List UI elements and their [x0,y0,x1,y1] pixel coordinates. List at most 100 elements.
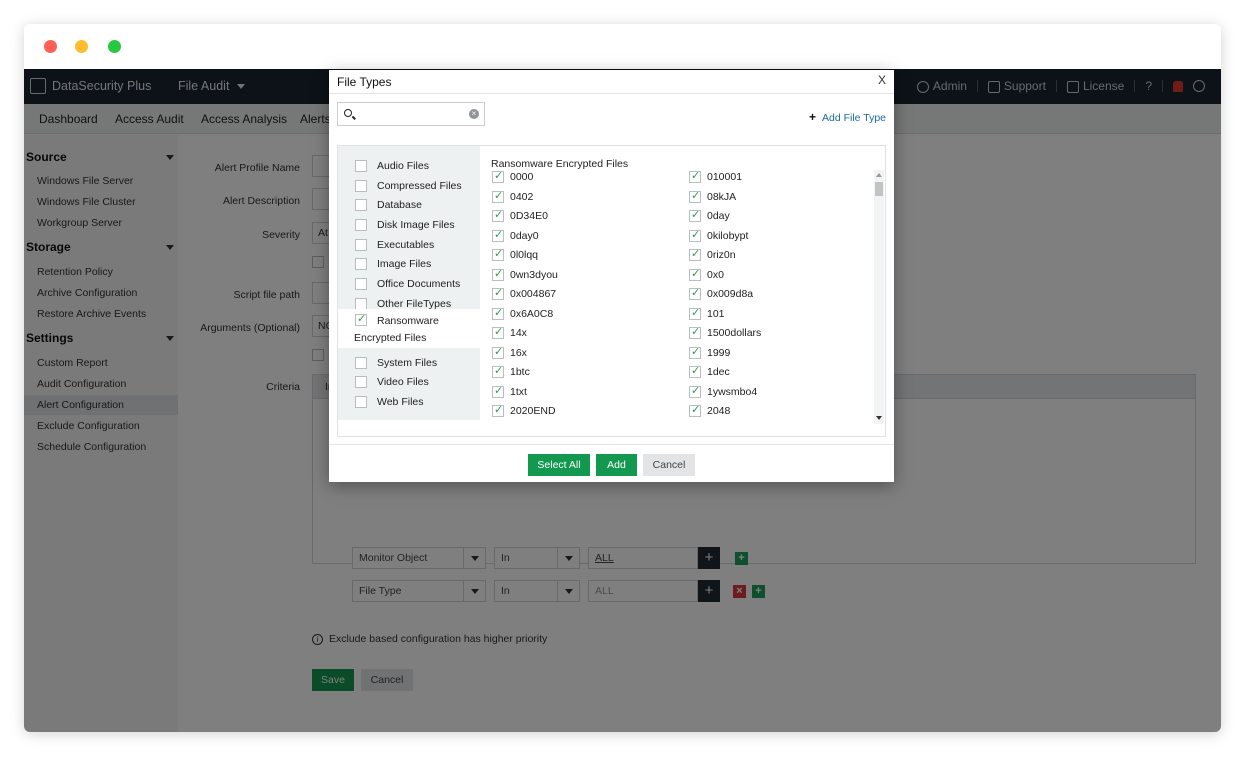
category-item[interactable]: Disk Image Files [338,215,480,235]
file-type-label: 0D34E0 [510,210,548,222]
file-type-label: 0day [707,210,730,222]
category-label: Ransomware [377,315,439,328]
file-type-checkbox[interactable] [689,286,701,300]
maximize-window-button[interactable] [108,40,121,53]
category-label: Disk Image Files [377,218,455,231]
search-input[interactable] [358,106,468,122]
file-type-checkbox[interactable] [689,228,701,242]
search-icon [344,109,352,117]
category-item[interactable]: Web Files [338,392,480,412]
file-type-checkbox[interactable] [492,208,504,222]
file-type-list: 0000 0402 0D34E0 0day0 0l0lqq 0wn3dyou 0x00486… [488,170,872,426]
file-type-label: 0x009d8a [707,288,754,300]
file-type-checkbox[interactable] [492,306,504,320]
category-checkbox[interactable] [355,179,367,192]
file-type-checkbox[interactable] [492,170,504,183]
file-type-checkbox[interactable] [689,189,701,203]
file-type-checkbox[interactable] [689,325,701,339]
file-type-checkbox[interactable] [492,364,504,378]
category-item[interactable]: System Files [338,353,480,373]
file-type-label: 101 [707,307,725,320]
category-item[interactable]: Database [338,195,480,215]
category-label: Audio Files [377,160,429,172]
category-item[interactable]: Ransomware Encrypted Files [338,309,480,349]
category-checkbox[interactable] [355,312,367,327]
file-type-checkbox[interactable] [492,189,504,203]
file-type-checkbox[interactable] [689,384,701,398]
scrollbar[interactable] [874,170,884,424]
file-type-label: 2048 [707,405,731,417]
file-type-checkbox[interactable] [492,286,504,300]
file-type-label: 1btc [510,366,530,378]
file-type-label: 1999 [707,346,731,359]
file-type-label: 1txt [510,385,527,398]
select-all-button[interactable]: Select All [528,454,590,476]
file-type-checkbox[interactable] [492,325,504,339]
file-type-checkbox[interactable] [689,267,701,281]
category-label: Web Files [377,395,424,408]
category-item[interactable]: Audio Files [338,156,480,176]
category-checkbox[interactable] [355,395,367,408]
category-item[interactable]: Compressed Files [338,176,480,196]
file-type-checkbox[interactable] [689,170,701,183]
file-type-label: 1dec [707,366,730,378]
close-icon[interactable]: X [878,73,886,87]
category-list: Audio Files Compressed Files Database Disk … [338,146,480,420]
plus-icon: + [808,110,816,124]
file-type-label: 2020END [510,405,556,417]
file-type-label: 1ywsmbo4 [707,385,758,398]
category-checkbox[interactable] [355,160,367,172]
file-type-label: 1500dollars [707,327,762,339]
category-checkbox[interactable] [355,258,367,271]
category-label: Image Files [377,258,432,271]
file-type-search: × [337,102,485,126]
file-type-checkbox[interactable] [689,208,701,222]
category-checkbox[interactable] [355,238,367,251]
category-checkbox[interactable] [355,356,367,369]
file-type-label: 0wn3dyou [510,268,558,281]
file-type-checkbox[interactable] [492,267,504,281]
clear-icon[interactable]: × [469,109,479,119]
file-type-label: 0riz0n [707,249,736,261]
category-checkbox[interactable] [355,199,367,212]
category-checkbox[interactable] [355,277,367,290]
add-button[interactable]: Add [596,454,637,476]
category-label: Office Documents [377,277,461,290]
category-item[interactable]: Office Documents [338,274,480,294]
file-type-checkbox[interactable] [689,306,701,320]
minimize-window-button[interactable] [75,40,88,53]
category-item[interactable]: Image Files [338,254,480,274]
dialog-cancel-button[interactable]: Cancel [643,454,695,476]
file-type-checkbox[interactable] [689,247,701,261]
file-type-label: 0x0 [707,268,724,281]
file-type-checkbox[interactable] [689,364,701,378]
file-type-label: 0x004867 [510,288,557,300]
category-label: Database [377,199,422,212]
scroll-thumb[interactable] [875,182,883,196]
file-type-checkbox[interactable] [492,384,504,398]
file-type-checkbox[interactable] [689,345,701,359]
scroll-up-icon[interactable] [876,173,882,177]
category-item[interactable]: Executables [338,235,480,255]
category-label: Executables [377,238,435,251]
category-checkbox[interactable] [355,297,367,310]
file-type-label: 0000 [510,171,534,183]
category-item[interactable]: Video Files [338,372,480,392]
file-type-label: 0day0 [510,229,539,242]
add-file-type-link[interactable]: + Add File Type [809,110,886,124]
close-window-button[interactable] [44,40,57,53]
file-type-checkbox[interactable] [492,345,504,359]
file-type-checkbox[interactable] [492,403,504,417]
file-type-label: 14x [510,327,527,339]
file-type-checkbox[interactable] [689,403,701,417]
file-types-panel: Audio Files Compressed Files Database Disk … [337,145,886,437]
category-checkbox[interactable] [355,376,367,389]
file-type-label: 0x6A0C8 [510,307,554,320]
file-type-label: 010001 [707,171,743,183]
file-type-checkbox[interactable] [492,247,504,261]
scroll-down-icon[interactable] [876,416,882,420]
category-checkbox[interactable] [355,218,367,231]
file-type-label: 0402 [510,190,534,203]
file-type-checkbox[interactable] [492,228,504,242]
file-types-dialog: File Types X × + Add File Type Audio File… [329,70,894,482]
